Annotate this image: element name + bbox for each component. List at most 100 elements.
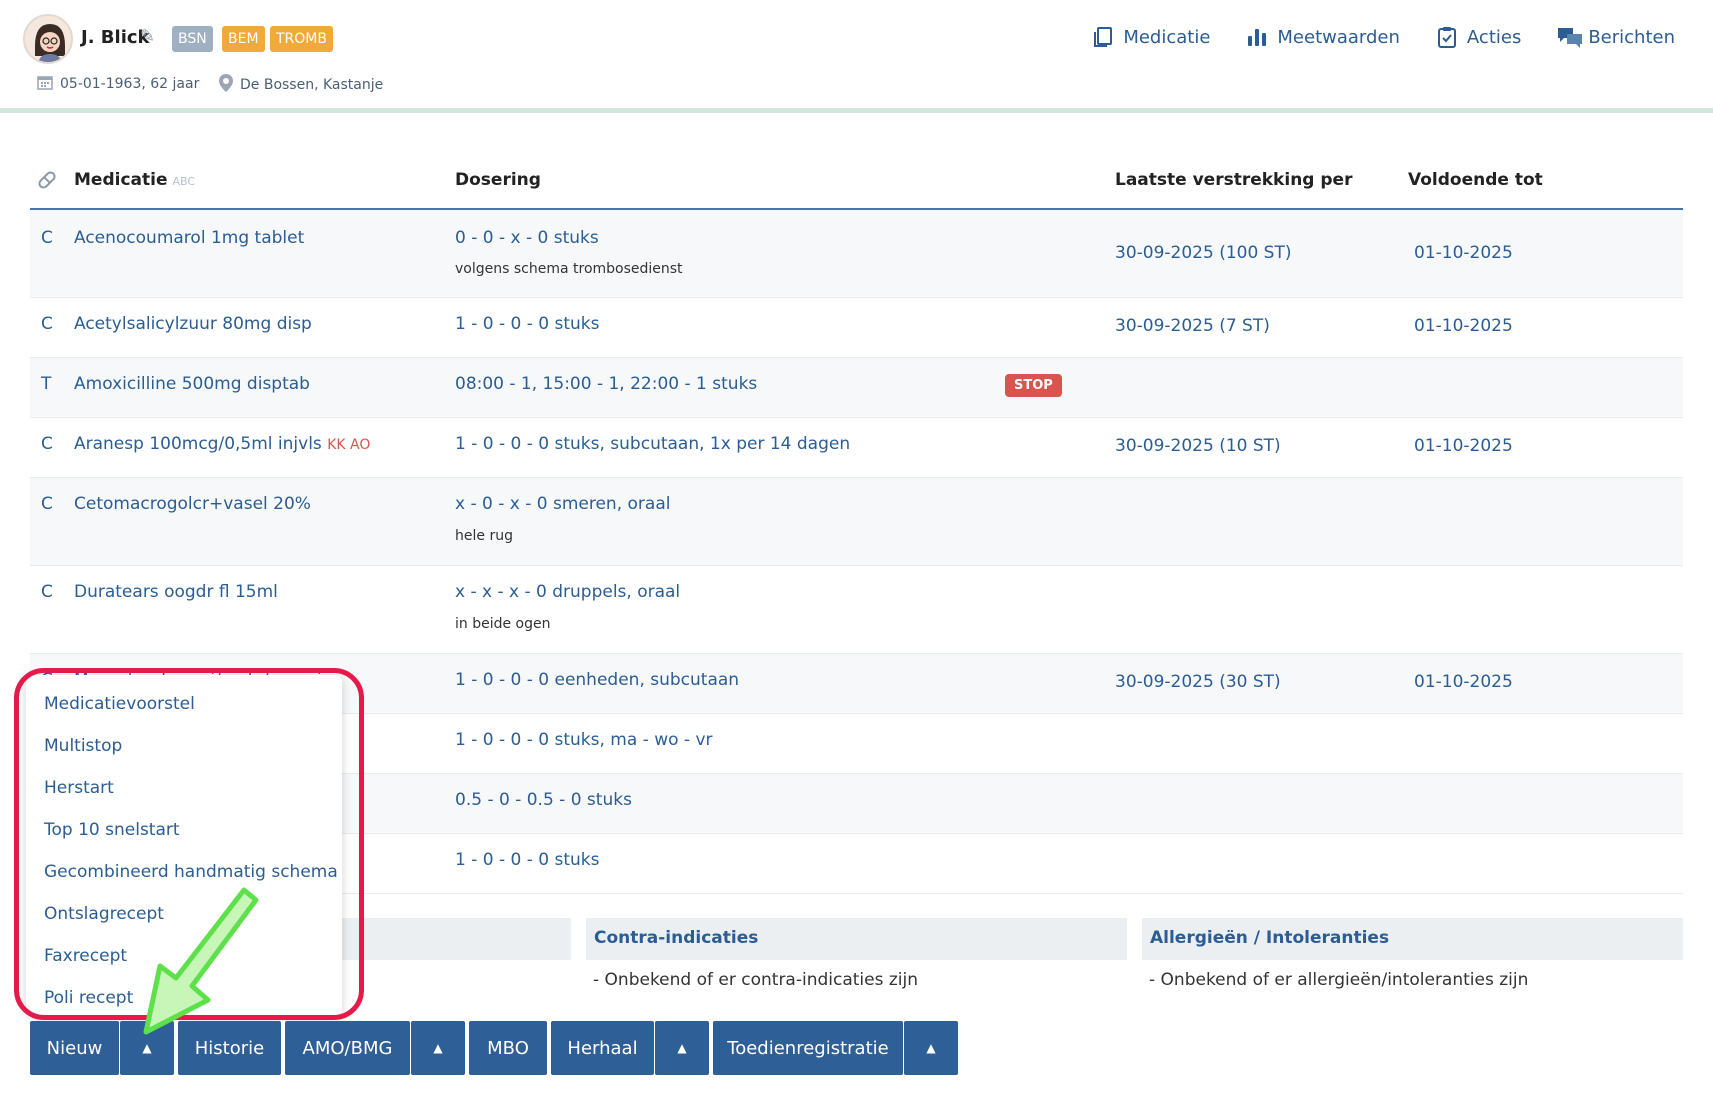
table-row[interactable]: C Acenocoumarol 1mg tablet 0 - 0 - x - 0… (30, 210, 1683, 298)
row-dose[interactable]: 1 - 0 - 0 - 0 eenheden, subcutaan (455, 670, 739, 690)
historie-button[interactable]: Historie (178, 1021, 281, 1075)
row-dose[interactable]: 1 - 0 - 0 - 0 stuks, ma - wo - vr (455, 730, 713, 750)
avatar[interactable] (23, 14, 73, 64)
menu-item-poli-recept[interactable]: Poli recept (44, 988, 133, 1008)
location-pin-icon (219, 74, 233, 96)
allergy-title: Allergieën / Intoleranties (1142, 918, 1683, 960)
row-dose[interactable]: 1 - 0 - 0 - 0 stuks, subcutaan, 1x per 1… (455, 434, 850, 454)
sort-abc[interactable]: ABC (172, 175, 195, 188)
nav-berichten-label: Berichten (1588, 26, 1675, 48)
amo-button-group: AMO/BMG ▲ (285, 1021, 465, 1075)
row-note: volgens schema trombosedienst (455, 261, 683, 277)
panel-contra-indicaties: Contra-indicaties - Onbekend of er contr… (586, 918, 1127, 1000)
header-medicatie[interactable]: Medicatie ABC (74, 170, 195, 190)
row-name[interactable]: Aranesp 100mcg/0,5ml injvls KK AO (74, 434, 370, 454)
nav-meetwaarden[interactable]: Meetwaarden (1246, 26, 1400, 48)
nieuw-caret-button[interactable]: ▲ (120, 1021, 174, 1075)
clipboard-check-icon (1436, 26, 1458, 48)
nieuw-button[interactable]: Nieuw (30, 1021, 119, 1075)
bar-chart-icon (1246, 26, 1268, 48)
dob-text: 05-01-1963, 62 jaar (60, 76, 200, 92)
row-dose[interactable]: 0 - 0 - x - 0 stuks (455, 228, 599, 248)
header-voldoende-tot: Voldoende tot (1408, 170, 1543, 190)
herhaal-caret-button[interactable]: ▲ (655, 1021, 709, 1075)
contra-text: - Onbekend of er contra-indicaties zijn (593, 970, 919, 990)
table-header: Medicatie ABC Dosering Laatste verstrekki… (30, 160, 1683, 210)
row-name[interactable]: Cetomacrogolcr+vasel 20% (74, 494, 311, 514)
nieuw-dropdown-menu: Medicatievoorstel Multistop Herstart Top… (26, 675, 342, 1015)
row-name[interactable]: Acetylsalicylzuur 80mg disp (74, 314, 312, 334)
table-row[interactable]: T Amoxicilline 500mg disptab 08:00 - 1, … (30, 358, 1683, 418)
nav-meetwaarden-label: Meetwaarden (1277, 26, 1400, 48)
badge-bem: BEM (222, 26, 265, 52)
menu-item-top10-snelstart[interactable]: Top 10 snelstart (44, 820, 180, 840)
badge-tromb: TROMB (270, 26, 333, 52)
row-dose[interactable]: x - x - x - 0 druppels, oraal (455, 582, 680, 602)
row-dose[interactable]: x - 0 - x - 0 smeren, oraal (455, 494, 670, 514)
patient-header: J. Blick ✎ BSN BEM TROMB 05-01-1963, 62 … (0, 0, 1713, 113)
location-text: De Bossen, Kastanje (240, 77, 384, 93)
row-dose[interactable]: 1 - 0 - 0 - 0 stuks (455, 850, 600, 870)
row-dose[interactable]: 0.5 - 0 - 0.5 - 0 stuks (455, 790, 632, 810)
row-dose[interactable]: 08:00 - 1, 15:00 - 1, 22:00 - 1 stuks (455, 374, 757, 394)
amo-bmg-button[interactable]: AMO/BMG (285, 1021, 410, 1075)
nav-acties[interactable]: Acties (1436, 26, 1521, 48)
stop-badge: STOP (1005, 374, 1062, 397)
row-type: C (41, 494, 53, 514)
header-dosering: Dosering (455, 170, 541, 190)
menu-item-herstart[interactable]: Herstart (44, 778, 114, 798)
row-type: C (41, 582, 53, 602)
pill-icon (35, 168, 59, 192)
row-last: 30-09-2025 (10 ST) (1115, 436, 1281, 456)
row-type: C (41, 434, 53, 454)
contra-title: Contra-indicaties (586, 918, 1127, 960)
kk-ao-flag: KK AO (327, 437, 371, 453)
row-name[interactable]: Amoxicilline 500mg disptab (74, 374, 310, 394)
menu-item-multistop[interactable]: Multistop (44, 736, 122, 756)
row-type: C (41, 314, 53, 334)
menu-item-medicatievoorstel[interactable]: Medicatievoorstel (44, 694, 195, 714)
row-note: hele rug (455, 528, 513, 544)
toedien-button-group: Toedienregistratie ▲ (713, 1021, 958, 1075)
row-last: 30-09-2025 (30 ST) (1115, 672, 1281, 692)
toedien-caret-button[interactable]: ▲ (904, 1021, 958, 1075)
nav-acties-label: Acties (1466, 26, 1522, 48)
row-last: 30-09-2025 (100 ST) (1115, 243, 1292, 263)
row-name[interactable]: Duratears oogdr fl 15ml (74, 582, 278, 602)
action-button-bar: Nieuw ▲ Historie AMO/BMG ▲ MBO Herhaal ▲… (30, 1021, 958, 1075)
mbo-button[interactable]: MBO (469, 1021, 547, 1075)
table-row[interactable]: C Acetylsalicylzuur 80mg disp 1 - 0 - 0 … (30, 298, 1683, 358)
menu-item-gecombineerd-schema[interactable]: Gecombineerd handmatig schema (44, 862, 338, 882)
panel-allergieen: Allergieën / Intoleranties - Onbekend of… (1142, 918, 1683, 1000)
row-type: T (41, 374, 52, 394)
pencil-icon[interactable]: ✎ (140, 26, 162, 48)
row-tot: 01-10-2025 (1414, 316, 1513, 336)
row-type: C (41, 228, 53, 248)
calendar-icon (37, 74, 53, 94)
row-name[interactable]: Acenocoumarol 1mg tablet (74, 228, 304, 248)
herhaal-button-group: Herhaal ▲ (551, 1021, 709, 1075)
badge-bsn: BSN (172, 26, 213, 52)
nieuw-button-group: Nieuw ▲ (30, 1021, 174, 1075)
copy-icon (1092, 26, 1114, 48)
row-tot: 01-10-2025 (1414, 672, 1513, 692)
nav-berichten[interactable]: Berichten (1557, 26, 1675, 48)
row-tot: 01-10-2025 (1414, 436, 1513, 456)
menu-item-ontslagrecept[interactable]: Ontslagrecept (44, 904, 164, 924)
top-navigation: Medicatie Meetwaarden Acties Berichten (1092, 26, 1675, 48)
row-dose[interactable]: 1 - 0 - 0 - 0 stuks (455, 314, 600, 334)
toedienregistratie-button[interactable]: Toedienregistratie (713, 1021, 903, 1075)
nav-medicatie-label: Medicatie (1123, 26, 1211, 48)
menu-item-faxrecept[interactable]: Faxrecept (44, 946, 127, 966)
table-row[interactable]: C Duratears oogdr fl 15ml x - x - x - 0 … (30, 566, 1683, 654)
allergy-text: - Onbekend of er allergieën/intolerantie… (1149, 970, 1529, 990)
table-row[interactable]: C Aranesp 100mcg/0,5ml injvls KK AO 1 - … (30, 418, 1683, 478)
row-last: 30-09-2025 (7 ST) (1115, 316, 1270, 336)
row-note: in beide ogen (455, 616, 551, 632)
amo-caret-button[interactable]: ▲ (411, 1021, 465, 1075)
nav-medicatie[interactable]: Medicatie (1092, 26, 1210, 48)
herhaal-button[interactable]: Herhaal (551, 1021, 654, 1075)
row-tot: 01-10-2025 (1414, 243, 1513, 263)
patient-location: De Bossen, Kastanje (219, 74, 383, 96)
table-row[interactable]: C Cetomacrogolcr+vasel 20% x - 0 - x - 0… (30, 478, 1683, 566)
